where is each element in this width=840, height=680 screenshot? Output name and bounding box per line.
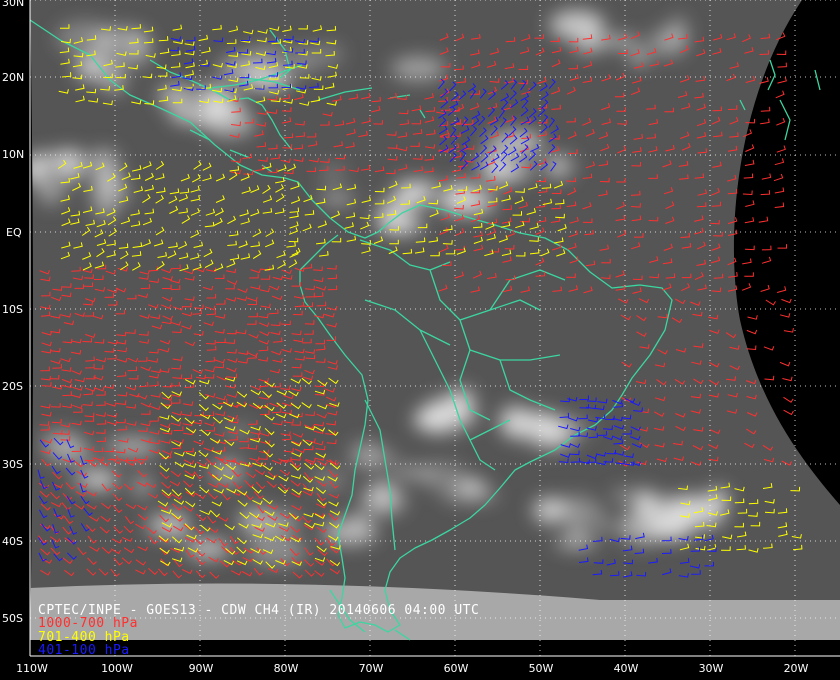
lat-label: EQ bbox=[6, 226, 22, 239]
lat-label: 30S bbox=[2, 458, 23, 471]
lat-label: 20N bbox=[2, 71, 24, 84]
cloud-blob bbox=[314, 43, 344, 66]
cloud-blob bbox=[498, 164, 523, 183]
cloud-blob bbox=[593, 35, 640, 48]
lat-label: 20S bbox=[2, 380, 23, 393]
cloud-blob bbox=[436, 190, 497, 216]
cloud-blob bbox=[391, 56, 446, 81]
satellite-wind-map: 30N 20N 10N EQ 10S 20S 30S 40S 50S 110W … bbox=[0, 0, 840, 680]
lon-label: 70W bbox=[359, 662, 384, 675]
cloud-blob bbox=[533, 497, 569, 524]
lon-label: 40W bbox=[614, 662, 639, 675]
cloud-blob bbox=[458, 478, 486, 495]
lon-label: 110W bbox=[16, 662, 48, 675]
cloud-blob bbox=[554, 535, 597, 550]
cloud-blob bbox=[524, 411, 561, 426]
cloud-blob bbox=[362, 451, 402, 468]
lon-label: 80W bbox=[274, 662, 299, 675]
cloud-blob bbox=[629, 49, 650, 65]
earth-disk bbox=[30, 0, 840, 640]
cloud-blob bbox=[320, 193, 355, 204]
cloud-blob bbox=[106, 436, 159, 458]
cloud-blob bbox=[584, 17, 606, 33]
earth-surface bbox=[30, 0, 840, 640]
lon-label: 30W bbox=[699, 662, 724, 675]
lon-label: 90W bbox=[189, 662, 214, 675]
legend-low-level: 1000-700 hPa bbox=[38, 616, 138, 631]
lat-label: 40S bbox=[2, 535, 23, 548]
cloud-blob bbox=[222, 425, 255, 438]
lat-label: 50S bbox=[2, 612, 23, 625]
cloud-blob bbox=[71, 472, 119, 488]
cloud-blob bbox=[158, 83, 193, 110]
cloud-blob bbox=[127, 32, 151, 66]
cloud-blob bbox=[391, 466, 436, 479]
lon-label: 20W bbox=[784, 662, 809, 675]
cloud-blob bbox=[247, 46, 292, 59]
cloud-blob bbox=[321, 165, 346, 183]
lat-label: 10N bbox=[2, 148, 24, 161]
cloud-blob bbox=[238, 507, 280, 535]
lon-label: 50W bbox=[529, 662, 554, 675]
legend-upper-level: 401-100 hPa bbox=[38, 643, 130, 658]
cloud-blob bbox=[590, 505, 607, 531]
cloud-blob bbox=[567, 513, 587, 539]
cloud-blob bbox=[545, 155, 566, 170]
cloud-blob bbox=[147, 514, 179, 537]
lat-label: 30N bbox=[2, 0, 24, 9]
cloud-blob bbox=[38, 150, 62, 168]
cloud-blob bbox=[584, 35, 601, 52]
lon-label: 100W bbox=[101, 662, 133, 675]
cloud-blob bbox=[131, 474, 153, 497]
lon-label: 60W bbox=[444, 662, 469, 675]
lat-label: 10S bbox=[2, 303, 23, 316]
